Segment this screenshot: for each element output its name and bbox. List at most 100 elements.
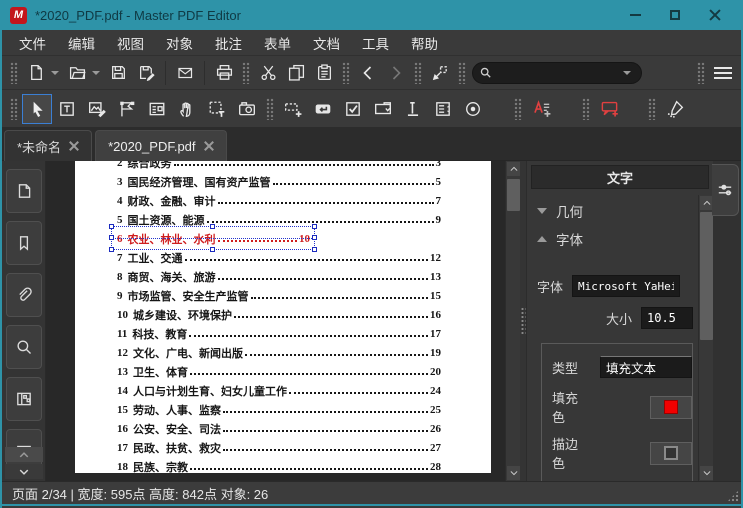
menu-item[interactable]: 编辑 xyxy=(57,30,106,56)
scroll-up-button[interactable] xyxy=(507,162,520,176)
toc-row[interactable]: 5 国土资源、能源 9 xyxy=(117,210,441,229)
toolbar-grip[interactable] xyxy=(514,97,522,120)
add-form-field-button[interactable] xyxy=(278,94,308,124)
scroll-down-button[interactable] xyxy=(700,466,713,480)
search-box[interactable] xyxy=(472,61,642,84)
toolbar-grip[interactable] xyxy=(648,97,656,120)
new-document-dropdown[interactable] xyxy=(51,70,59,75)
toc-row[interactable]: 13 卫生、体育 20 xyxy=(117,362,441,381)
tab-close-icon[interactable] xyxy=(204,141,214,151)
tab-close-icon[interactable] xyxy=(69,141,79,151)
toolbar-grip[interactable] xyxy=(10,61,18,84)
tab-untitled[interactable]: *未命名 xyxy=(4,130,93,161)
navigate-back-button[interactable] xyxy=(354,60,382,86)
document-viewport[interactable]: 2 综合政务 3 3 国民经济管理、国有资产监管 5 4 财政、金融、审计 7 … xyxy=(46,161,505,481)
select-tool-button[interactable] xyxy=(22,93,52,124)
scroll-down-button[interactable] xyxy=(507,466,520,480)
fill-type-select[interactable]: 填充文本 xyxy=(600,356,692,378)
menu-item[interactable]: 表单 xyxy=(253,30,302,56)
toc-row[interactable]: 7 工业、交通 12 xyxy=(117,248,441,267)
scrollbar-thumb[interactable] xyxy=(700,212,713,340)
selection-handle[interactable] xyxy=(109,224,114,229)
sidebar-scroll-down-button[interactable] xyxy=(5,464,43,479)
toolbar-grip[interactable] xyxy=(697,61,705,84)
font-family-input[interactable] xyxy=(572,275,681,297)
menu-item[interactable]: 批注 xyxy=(204,30,253,56)
properties-tab[interactable] xyxy=(712,164,739,216)
radio-field-button[interactable] xyxy=(458,94,488,124)
panel-scrollbar[interactable] xyxy=(698,195,713,481)
toc-row[interactable]: 9 市场监管、安全生产监管 15 xyxy=(117,286,441,305)
text-cursor-tool-button[interactable] xyxy=(398,94,428,124)
thumbnails-panel-button[interactable] xyxy=(6,169,42,213)
sidebar-scroll-up-button[interactable] xyxy=(5,447,43,462)
toolbar-grip[interactable] xyxy=(414,61,422,84)
bookmarks-panel-button[interactable] xyxy=(6,221,42,265)
combobox-field-button[interactable] xyxy=(368,94,398,124)
minimize-button[interactable] xyxy=(615,1,655,29)
toc-row[interactable]: 8 商贸、海关、旅游 13 xyxy=(117,267,441,286)
copy-button[interactable] xyxy=(282,60,310,86)
edit-path-tool-button[interactable] xyxy=(112,94,142,124)
toc-row[interactable]: 4 财政、金融、审计 7 xyxy=(117,191,441,210)
section-font[interactable]: 字体 xyxy=(537,225,693,253)
fill-color-button[interactable] xyxy=(649,395,692,419)
navigate-forward-button[interactable] xyxy=(382,60,410,86)
toolbar-grip[interactable] xyxy=(582,97,590,120)
select-area-tool-button[interactable] xyxy=(202,94,232,124)
cut-button[interactable] xyxy=(254,60,282,86)
snapshot-tool-button[interactable] xyxy=(232,94,262,124)
eraser-tool-button[interactable] xyxy=(660,94,690,124)
toolbar-grip[interactable] xyxy=(242,61,250,84)
toc-row[interactable]: 12 文化、广电、新闻出版 19 xyxy=(117,343,441,362)
menu-item[interactable]: 工具 xyxy=(351,30,400,56)
open-document-dropdown[interactable] xyxy=(92,70,100,75)
save-button[interactable] xyxy=(104,60,132,86)
toc-row[interactable]: 18 民族、宗教 28 xyxy=(117,457,441,474)
toc-row[interactable]: 6 农业、林业、水利 10 xyxy=(109,224,317,252)
menu-item[interactable]: 帮助 xyxy=(400,30,449,56)
maximize-button[interactable] xyxy=(655,1,695,29)
toc-row[interactable]: 14 人口与计划生育、妇女儿童工作 24 xyxy=(117,381,441,400)
paste-button[interactable] xyxy=(310,60,338,86)
form-fields-panel-button[interactable] xyxy=(6,377,42,421)
edit-text-tool-button[interactable] xyxy=(52,94,82,124)
menu-item[interactable]: 文档 xyxy=(302,30,351,56)
callout-annotation-button[interactable] xyxy=(594,94,624,124)
insert-return-field-button[interactable] xyxy=(308,94,338,124)
edit-image-tool-button[interactable] xyxy=(82,94,112,124)
menu-item[interactable]: 视图 xyxy=(106,30,155,56)
new-document-button[interactable] xyxy=(22,60,50,86)
selection-handle[interactable] xyxy=(312,235,317,240)
add-text-annotation-button[interactable] xyxy=(526,94,556,124)
toolbar-grip[interactable] xyxy=(266,97,274,120)
search-dropdown[interactable] xyxy=(623,70,631,75)
listbox-field-button[interactable] xyxy=(428,94,458,124)
toc-row[interactable]: 16 公安、安全、司法 26 xyxy=(117,419,441,438)
checkbox-field-button[interactable] xyxy=(338,94,368,124)
close-button[interactable] xyxy=(695,1,735,29)
menu-item[interactable]: 文件 xyxy=(8,30,57,56)
tab-2020-pdf[interactable]: *2020_PDF.pdf xyxy=(95,130,227,161)
edit-forms-tool-button[interactable] xyxy=(142,94,172,124)
toolbar-grip[interactable] xyxy=(458,61,466,84)
search-panel-button[interactable] xyxy=(6,325,42,369)
hand-tool-button[interactable] xyxy=(172,94,202,124)
open-document-button[interactable] xyxy=(63,60,91,86)
email-button[interactable] xyxy=(171,60,199,86)
scrollbar-thumb[interactable] xyxy=(507,179,520,211)
font-size-input[interactable] xyxy=(641,307,693,329)
toc-row[interactable]: 3 国民经济管理、国有资产监管 5 xyxy=(117,172,441,191)
document-scrollbar[interactable] xyxy=(505,161,520,481)
toc-row[interactable]: 11 科技、教育 17 xyxy=(117,324,441,343)
resize-grip-icon[interactable] xyxy=(727,490,739,502)
toc-row[interactable]: 15 劳动、人事、监察 25 xyxy=(117,400,441,419)
stroke-color-button[interactable] xyxy=(649,441,692,465)
toc-row[interactable]: 10 城乡建设、环境保护 16 xyxy=(117,305,441,324)
fit-selection-button[interactable] xyxy=(426,60,454,86)
search-input[interactable] xyxy=(492,65,622,80)
save-as-button[interactable] xyxy=(132,60,160,86)
main-menu-button[interactable] xyxy=(709,60,737,86)
selection-handle[interactable] xyxy=(109,235,114,240)
menu-item[interactable]: 对象 xyxy=(155,30,204,56)
